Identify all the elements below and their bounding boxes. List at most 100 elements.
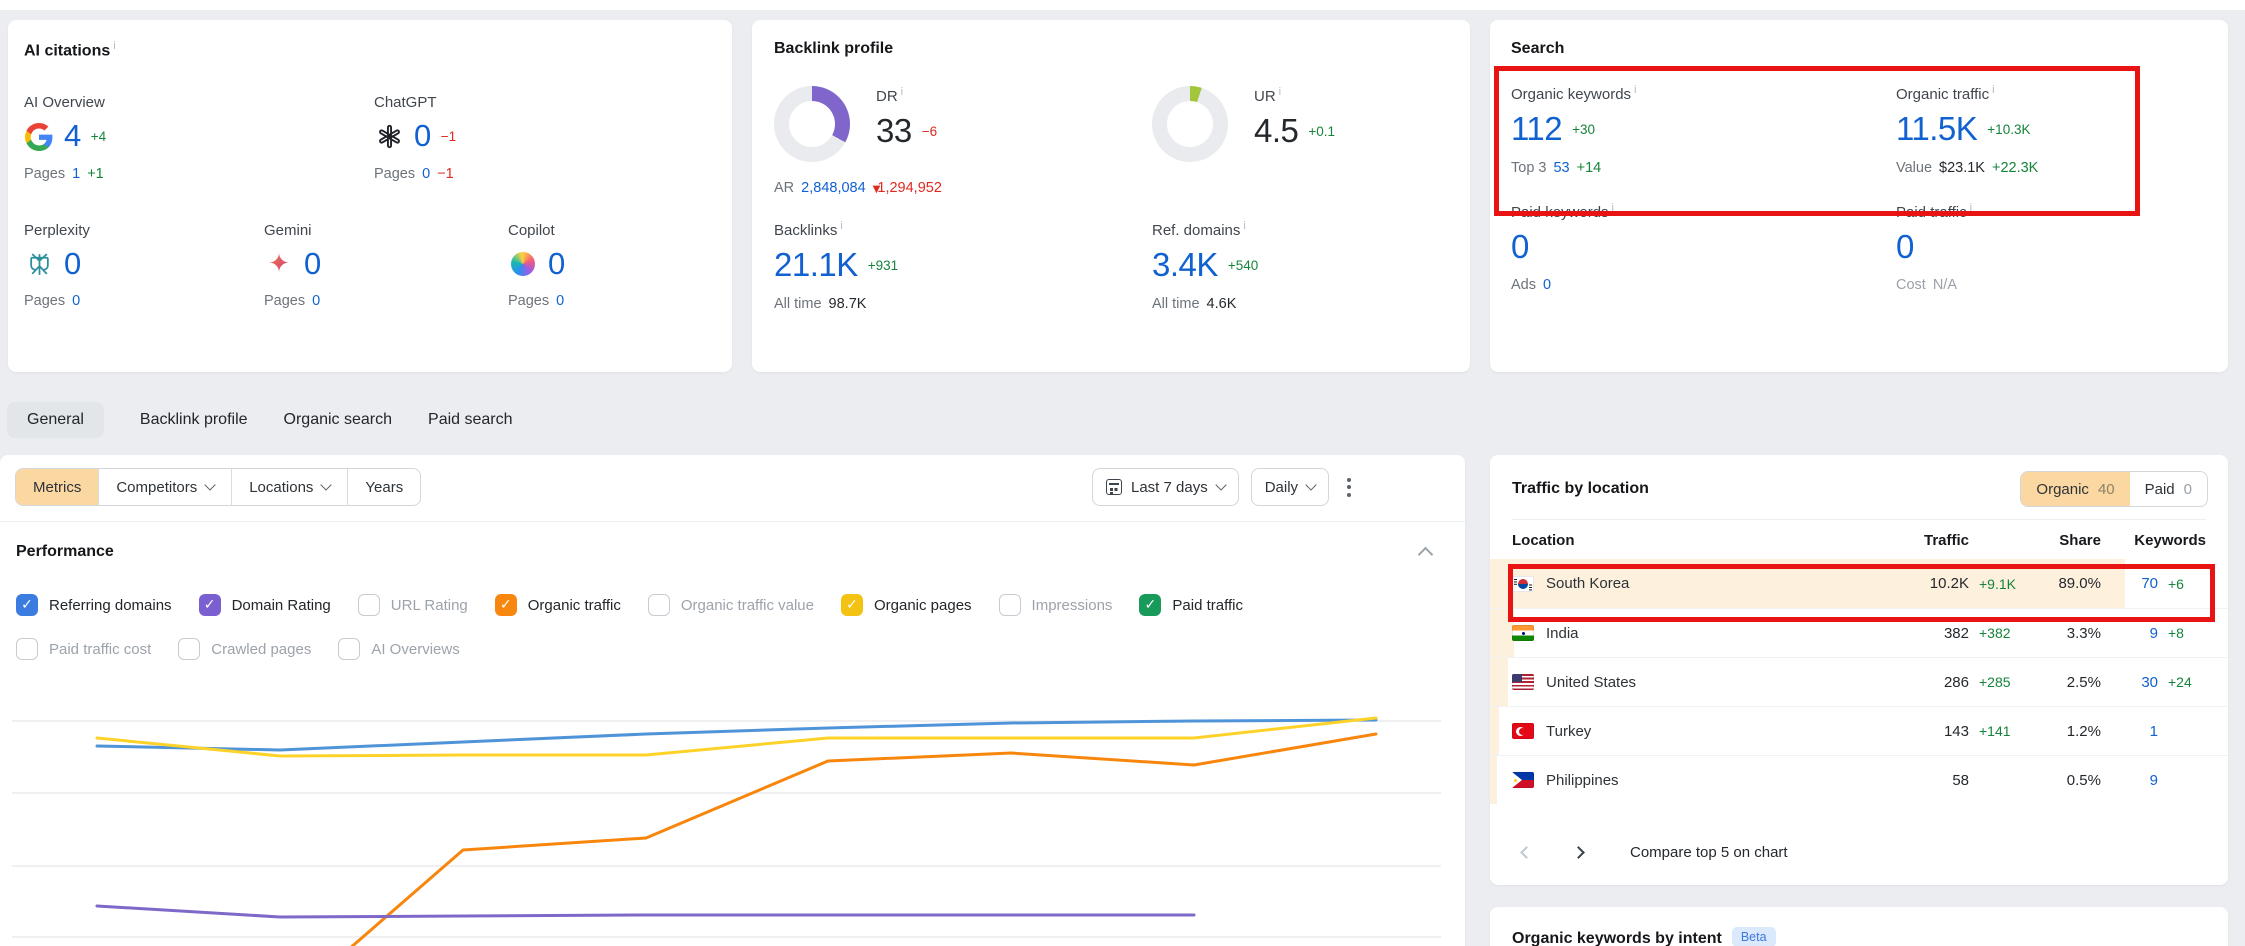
tab-organic-search[interactable]: Organic search xyxy=(284,402,393,438)
location-name: United States xyxy=(1512,674,1849,691)
metric-checkbox-row-1: ✓Referring domains ✓Domain Rating URL Rati… xyxy=(16,594,1243,616)
traffic-value-line: Value $23.1K +22.3K xyxy=(1896,160,2206,176)
toggle-organic[interactable]: Organic 40 xyxy=(2021,472,2129,506)
paid-traffic-value[interactable]: 0 xyxy=(1896,230,1914,265)
paid-keywords-block: Paid keywordsi 0 Ads 0 xyxy=(1511,202,1896,294)
info-icon[interactable]: i xyxy=(901,86,903,98)
info-icon[interactable]: i xyxy=(1612,202,1614,214)
tab-backlink-profile[interactable]: Backlink profile xyxy=(140,402,248,438)
backlinks-value[interactable]: 21.1K xyxy=(774,248,858,283)
collapse-section-button[interactable] xyxy=(1418,547,1434,563)
filter-segment-metrics[interactable]: Metrics xyxy=(16,469,98,505)
ai-citations-title: AI citationsi xyxy=(24,40,710,60)
info-icon[interactable]: i xyxy=(1634,84,1636,96)
toggle-paid[interactable]: Paid 0 xyxy=(2130,472,2207,506)
metric-checkbox-paid-traffic-cost[interactable]: Paid traffic cost xyxy=(16,638,151,660)
checkbox-icon: ✓ xyxy=(841,594,863,616)
metric-checkbox-crawled-pages[interactable]: Crawled pages xyxy=(178,638,311,660)
ar-value[interactable]: 2,848,084 xyxy=(801,180,866,196)
calendar-icon xyxy=(1106,479,1122,495)
location-name: India xyxy=(1512,625,1849,642)
ref-domains-block: Ref. domainsi 3.4K +540 All time 4.6K xyxy=(1152,220,1448,312)
ai-item-copilot: Copilot 0 Pages0 xyxy=(508,222,710,310)
paid-keywords-value[interactable]: 0 xyxy=(1511,230,1529,265)
filter-segment-locations[interactable]: Locations xyxy=(231,469,347,505)
location-row-turkey[interactable]: Turkey 143 +141 1.2% 1 xyxy=(1490,706,2228,755)
metric-checkbox-ai-overviews[interactable]: AI Overviews xyxy=(338,638,459,660)
checkbox-icon xyxy=(16,638,38,660)
metric-checkbox-organic-traffic-value[interactable]: Organic traffic value xyxy=(648,594,814,616)
location-keywords[interactable]: 9 xyxy=(2101,772,2158,789)
organic-keywords-value[interactable]: 112 xyxy=(1511,112,1562,147)
ref-domains-alltime: All time 4.6K xyxy=(1152,296,1448,312)
prev-page-button[interactable] xyxy=(1512,838,1540,866)
metric-checkbox-domain-rating[interactable]: ✓Domain Rating xyxy=(199,594,331,616)
more-options-button[interactable] xyxy=(1341,472,1357,503)
dr-label: DRi xyxy=(876,86,937,105)
share-bar xyxy=(1490,658,1508,706)
location-name: South Korea xyxy=(1512,575,1849,592)
info-icon[interactable]: i xyxy=(113,40,115,52)
ai-item-value: 0 xyxy=(548,248,565,281)
ref-domains-value[interactable]: 3.4K xyxy=(1152,248,1218,283)
checkbox-icon xyxy=(178,638,200,660)
metric-checkbox-impressions[interactable]: Impressions xyxy=(999,594,1113,616)
location-keywords[interactable]: 9 xyxy=(2101,625,2158,642)
ai-citations-card: AI citationsi AI Overview 4 +4 Pages1 +1… xyxy=(8,20,732,372)
ai-citations-row-1: AI Overview 4 +4 Pages1 +1 ChatGPT 0 −1 … xyxy=(24,94,710,182)
chart-line-domain-rating xyxy=(97,906,1194,917)
metric-checkbox-url-rating[interactable]: URL Rating xyxy=(358,594,468,616)
location-row-south-korea[interactable]: South Korea 10.2K +9.1K 89.0% 70 +6 xyxy=(1490,559,2228,608)
info-icon[interactable]: i xyxy=(1992,84,1994,96)
location-share: 2.5% xyxy=(2033,674,2101,691)
granularity-button[interactable]: Daily xyxy=(1251,468,1329,506)
location-keywords[interactable]: 1 xyxy=(2101,723,2158,740)
location-name: Turkey xyxy=(1512,723,1849,740)
chevron-down-icon xyxy=(205,479,216,490)
tab-general[interactable]: General xyxy=(7,402,104,438)
copilot-icon xyxy=(508,249,538,279)
info-icon[interactable]: i xyxy=(1279,86,1281,98)
ref-domains-label: Ref. domainsi xyxy=(1152,220,1448,239)
location-share: 1.2% xyxy=(2033,723,2101,740)
metric-checkbox-organic-pages[interactable]: ✓Organic pages xyxy=(841,594,972,616)
beta-badge: Beta xyxy=(1732,927,1776,946)
checkbox-icon xyxy=(648,594,670,616)
metric-checkbox-paid-traffic[interactable]: ✓Paid traffic xyxy=(1139,594,1243,616)
paid-traffic-label: Paid traffici xyxy=(1896,202,2206,221)
ai-item-value: 0 xyxy=(414,120,431,153)
checkbox-icon: ✓ xyxy=(16,594,38,616)
next-page-button[interactable] xyxy=(1564,838,1592,866)
location-row-philippines[interactable]: Philippines 58 0.5% 9 xyxy=(1490,755,2228,804)
performance-line-chart[interactable] xyxy=(8,660,1458,946)
paid-keywords-label: Paid keywordsi xyxy=(1511,202,1896,221)
ai-item-delta: −1 xyxy=(441,129,456,144)
location-row-united-states[interactable]: United States 286 +285 2.5% 30 +24 xyxy=(1490,657,2228,706)
ahrefs-rank-line: AR 2,848,084 ▼1,294,952 xyxy=(774,180,1152,196)
backlinks-alltime: All time 98.7K xyxy=(774,296,1152,312)
share-bar xyxy=(1490,756,1497,804)
location-table-header: Location Traffic Share Keywords xyxy=(1490,520,2228,559)
location-keywords[interactable]: 70 xyxy=(2101,575,2158,592)
filter-segment-years[interactable]: Years xyxy=(347,469,420,505)
info-icon[interactable]: i xyxy=(1243,220,1245,232)
compare-top5-link[interactable]: Compare top 5 on chart xyxy=(1630,844,1788,861)
location-keywords[interactable]: 30 xyxy=(2101,674,2158,691)
info-icon[interactable]: i xyxy=(840,220,842,232)
backlinks-block: Backlinksi 21.1K +931 All time 98.7K xyxy=(774,220,1152,312)
date-range-button[interactable]: Last 7 days xyxy=(1092,468,1239,506)
location-row-india[interactable]: India 382 +382 3.3% 9 +8 xyxy=(1490,608,2228,657)
checkbox-icon xyxy=(999,594,1021,616)
metric-checkbox-referring-domains[interactable]: ✓Referring domains xyxy=(16,594,172,616)
backlinks-label: Backlinksi xyxy=(774,220,1152,239)
info-icon[interactable]: i xyxy=(1970,202,1972,214)
filter-segment-competitors[interactable]: Competitors xyxy=(98,469,231,505)
organic-traffic-delta: +10.3K xyxy=(1987,122,2030,137)
metric-checkbox-organic-traffic[interactable]: ✓Organic traffic xyxy=(495,594,621,616)
ai-item-pages: Pages0 xyxy=(264,293,508,309)
tab-paid-search[interactable]: Paid search xyxy=(428,402,513,438)
organic-traffic-value[interactable]: 11.5K xyxy=(1896,112,1977,147)
paid-traffic-block: Paid traffici 0 Cost N/A xyxy=(1896,202,2206,294)
overview-chart-card: MetricsCompetitorsLocationsYears Last 7 … xyxy=(0,455,1465,946)
backlinks-delta: +931 xyxy=(868,258,898,273)
